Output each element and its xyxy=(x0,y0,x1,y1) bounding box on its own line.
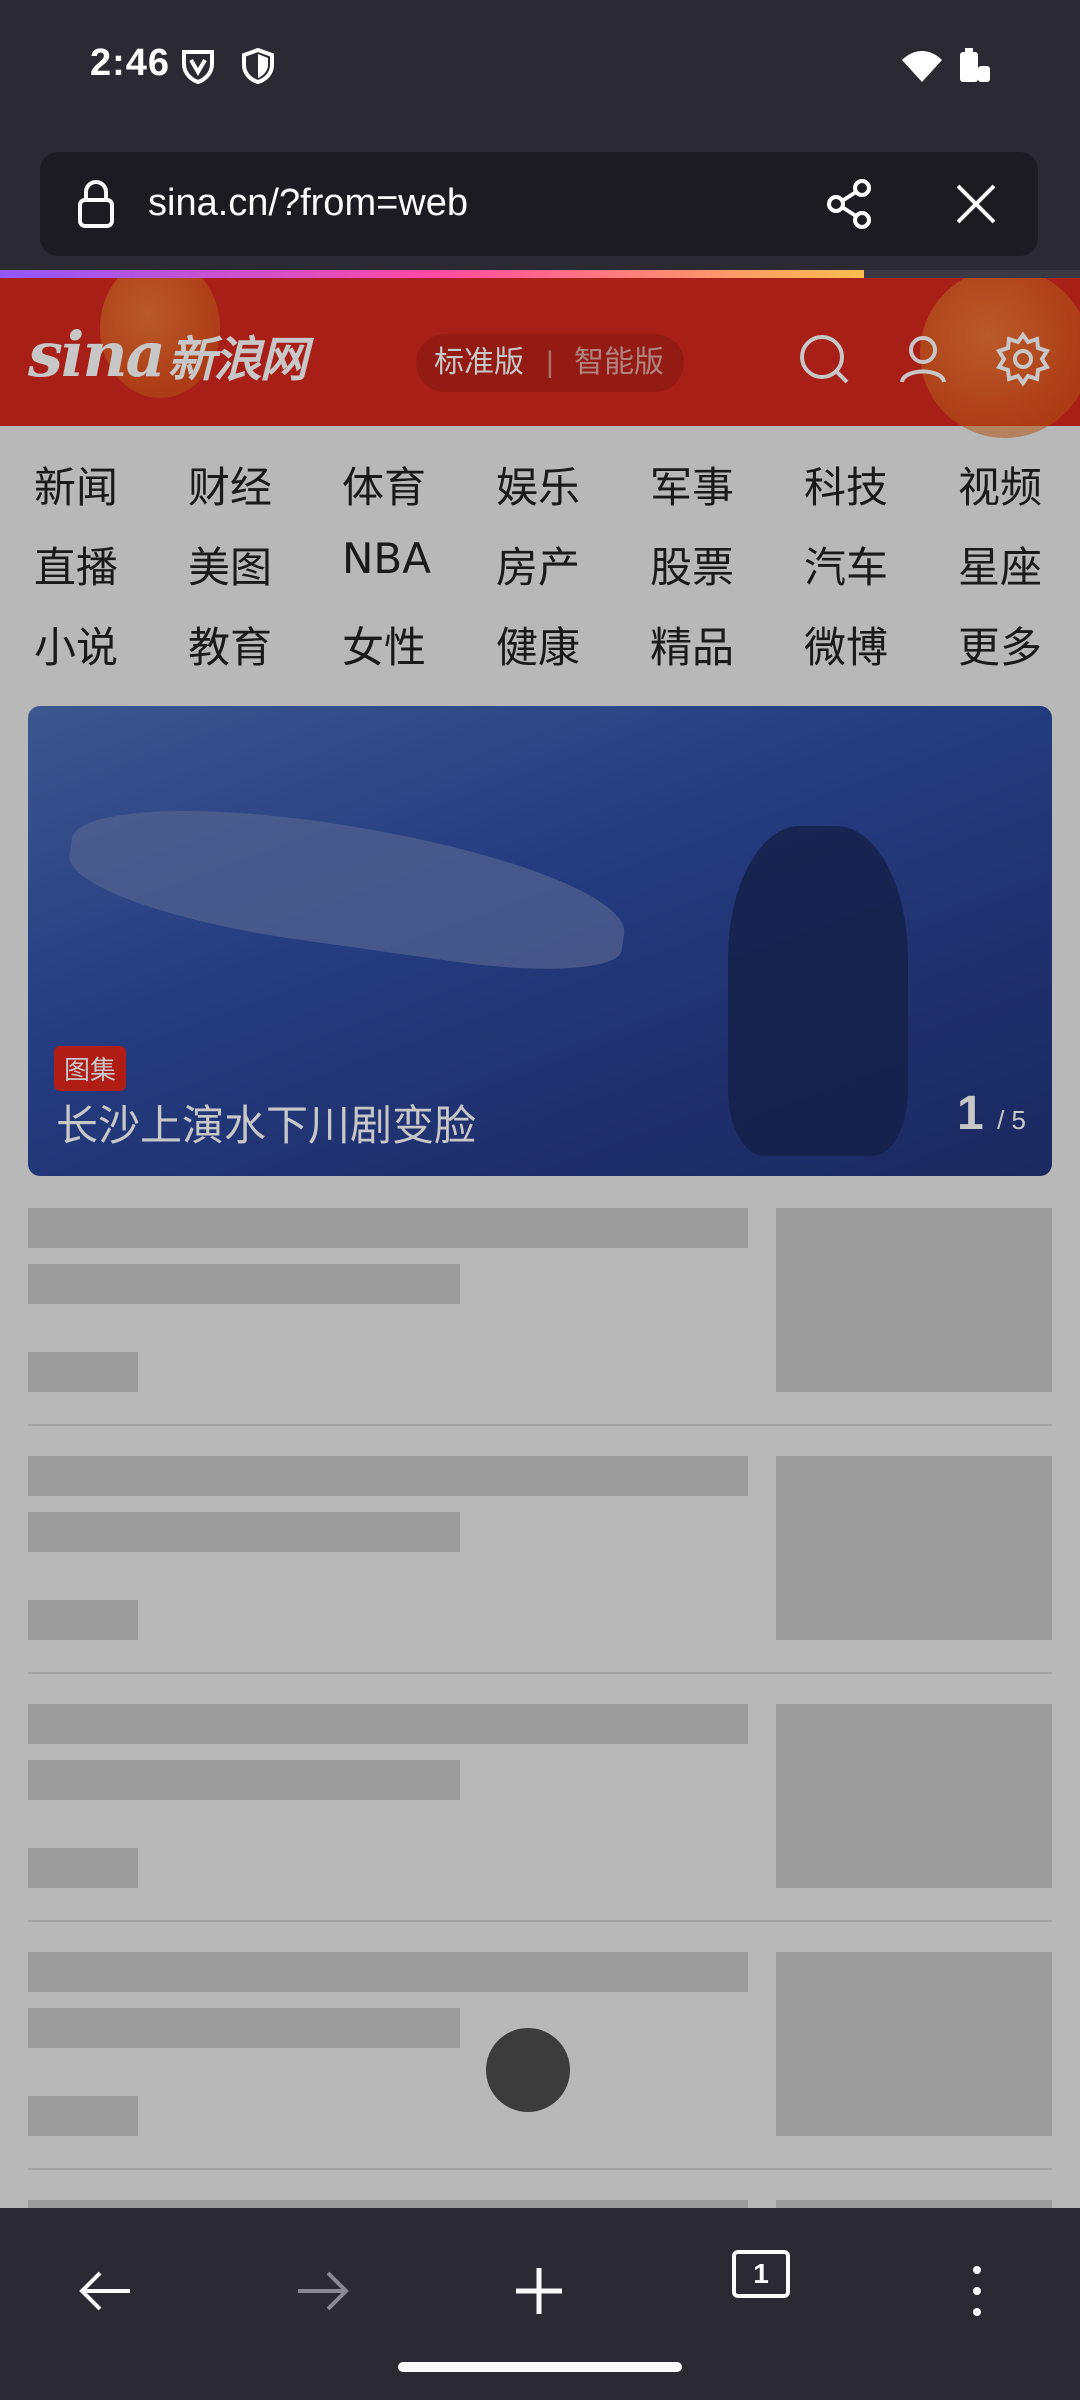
list-divider xyxy=(28,1424,1052,1426)
new-tab-plus-icon[interactable] xyxy=(494,2246,584,2336)
nav-item[interactable]: 直播 xyxy=(34,534,154,595)
hero-page-total: / 5 xyxy=(997,1105,1026,1135)
skeleton-meta xyxy=(28,2096,138,2136)
nav-item[interactable]: 小说 xyxy=(34,614,154,675)
skeleton-line xyxy=(28,1264,460,1304)
tab-counter-button[interactable]: 1 xyxy=(732,2250,790,2298)
diver-image xyxy=(728,826,908,1156)
skeleton-meta xyxy=(28,1600,138,1640)
nav-item[interactable]: 健康 xyxy=(496,614,616,675)
web-content: sina新浪网 标准版 | 智能版 新闻 财经 体育 娱乐 军事 科技 视频直播 美图 NBA 房… xyxy=(0,278,1080,2208)
hero-title[interactable]: 长沙上演水下川剧变脸 xyxy=(56,1092,476,1153)
close-icon[interactable] xyxy=(946,174,1006,234)
page-load-progress xyxy=(0,270,1080,278)
skeleton-thumbnail xyxy=(776,1952,1052,2136)
nav-item[interactable]: 美图 xyxy=(188,534,308,595)
forward-arrow-icon[interactable] xyxy=(278,2246,368,2336)
nav-item[interactable]: 女性 xyxy=(342,614,462,675)
nav-item[interactable]: 汽车 xyxy=(804,534,924,595)
hero-page-current: 1 xyxy=(957,1087,984,1140)
site-logo[interactable]: sina新浪网 xyxy=(28,318,308,391)
lock-icon[interactable] xyxy=(66,174,126,234)
search-icon[interactable] xyxy=(795,330,853,388)
shark-image xyxy=(62,787,634,985)
url-text[interactable]: sina.cn/?from=web xyxy=(148,182,468,225)
status-time: 2:46 xyxy=(90,42,171,84)
hero-slideshow[interactable]: 图集 长沙上演水下川剧变脸 1 / 5 xyxy=(28,706,1052,1176)
hero-pagination: 1 / 5 xyxy=(957,1086,1026,1141)
settings-gear-icon[interactable] xyxy=(994,330,1052,388)
site-header: sina新浪网 标准版 | 智能版 xyxy=(0,278,1080,438)
progress-fill xyxy=(0,270,864,278)
skeleton-line xyxy=(28,2008,460,2048)
skeleton-line xyxy=(28,1512,460,1552)
wifi-icon xyxy=(902,51,942,82)
nav-item[interactable]: 微博 xyxy=(804,614,924,675)
url-bar[interactable]: sina.cn/?from=web xyxy=(40,152,1038,256)
status-bar: 2:46 xyxy=(0,0,1080,140)
skeleton-line xyxy=(28,1456,748,1496)
category-nav: 新闻 财经 体育 娱乐 军事 科技 视频直播 美图 NBA 房产 股票 汽车 星座小说 教育 女性 健康 精品微… xyxy=(0,426,1080,686)
nav-item[interactable]: 星座 xyxy=(958,534,1078,595)
logo-cn: 新浪网 xyxy=(167,332,308,388)
battery-icon xyxy=(960,48,990,82)
skeleton-thumbnail xyxy=(776,1456,1052,1640)
logo-latin: sina xyxy=(28,318,166,391)
skeleton-thumbnail xyxy=(776,1208,1052,1392)
nav-item[interactable]: NBA xyxy=(342,534,462,583)
share-icon[interactable] xyxy=(820,174,880,234)
skeleton-thumbnail xyxy=(776,2200,1052,2208)
nav-item[interactable]: 娱乐 xyxy=(496,454,616,515)
list-divider xyxy=(28,2168,1052,2170)
skeleton-line xyxy=(28,1760,460,1800)
nav-item[interactable]: 房产 xyxy=(496,534,616,595)
nav-item[interactable]: 财经 xyxy=(188,454,308,515)
nav-item[interactable]: 科技 xyxy=(804,454,924,515)
skeleton-thumbnail xyxy=(776,1704,1052,1888)
floating-action-button[interactable] xyxy=(486,2028,570,2112)
hero-tag-badge: 图集 xyxy=(54,1046,127,1091)
skeleton-line xyxy=(28,2200,748,2208)
mode-switch[interactable]: 标准版 | 智能版 xyxy=(416,334,684,392)
nav-item[interactable]: 军事 xyxy=(650,454,770,515)
back-arrow-icon[interactable] xyxy=(60,2246,150,2336)
user-icon[interactable] xyxy=(894,330,952,388)
skeleton-meta xyxy=(28,1848,138,1888)
nav-item[interactable]: 教育 xyxy=(188,614,308,675)
skeleton-meta xyxy=(28,1352,138,1392)
vpn-shield-icon xyxy=(182,50,214,85)
home-indicator[interactable] xyxy=(398,2362,682,2372)
nav-item[interactable]: 更多 xyxy=(958,614,1078,675)
list-divider xyxy=(28,1672,1052,1674)
mode-standard[interactable]: 标准版 xyxy=(434,334,524,392)
skeleton-line xyxy=(28,1704,748,1744)
nav-item[interactable]: 体育 xyxy=(342,454,462,515)
skeleton-line xyxy=(28,1952,748,1992)
nav-item[interactable]: 视频 xyxy=(958,454,1078,515)
nav-item[interactable]: 精品 xyxy=(650,614,770,675)
mode-smart[interactable]: 智能版 xyxy=(574,334,664,392)
mode-separator: | xyxy=(546,346,554,379)
nav-item[interactable]: 股票 xyxy=(650,534,770,595)
list-divider xyxy=(28,1920,1052,1922)
nav-item[interactable]: 新闻 xyxy=(34,454,154,515)
skeleton-line xyxy=(28,1208,748,1248)
menu-kebab-icon[interactable] xyxy=(932,2246,1022,2336)
security-shield-icon xyxy=(242,47,274,85)
